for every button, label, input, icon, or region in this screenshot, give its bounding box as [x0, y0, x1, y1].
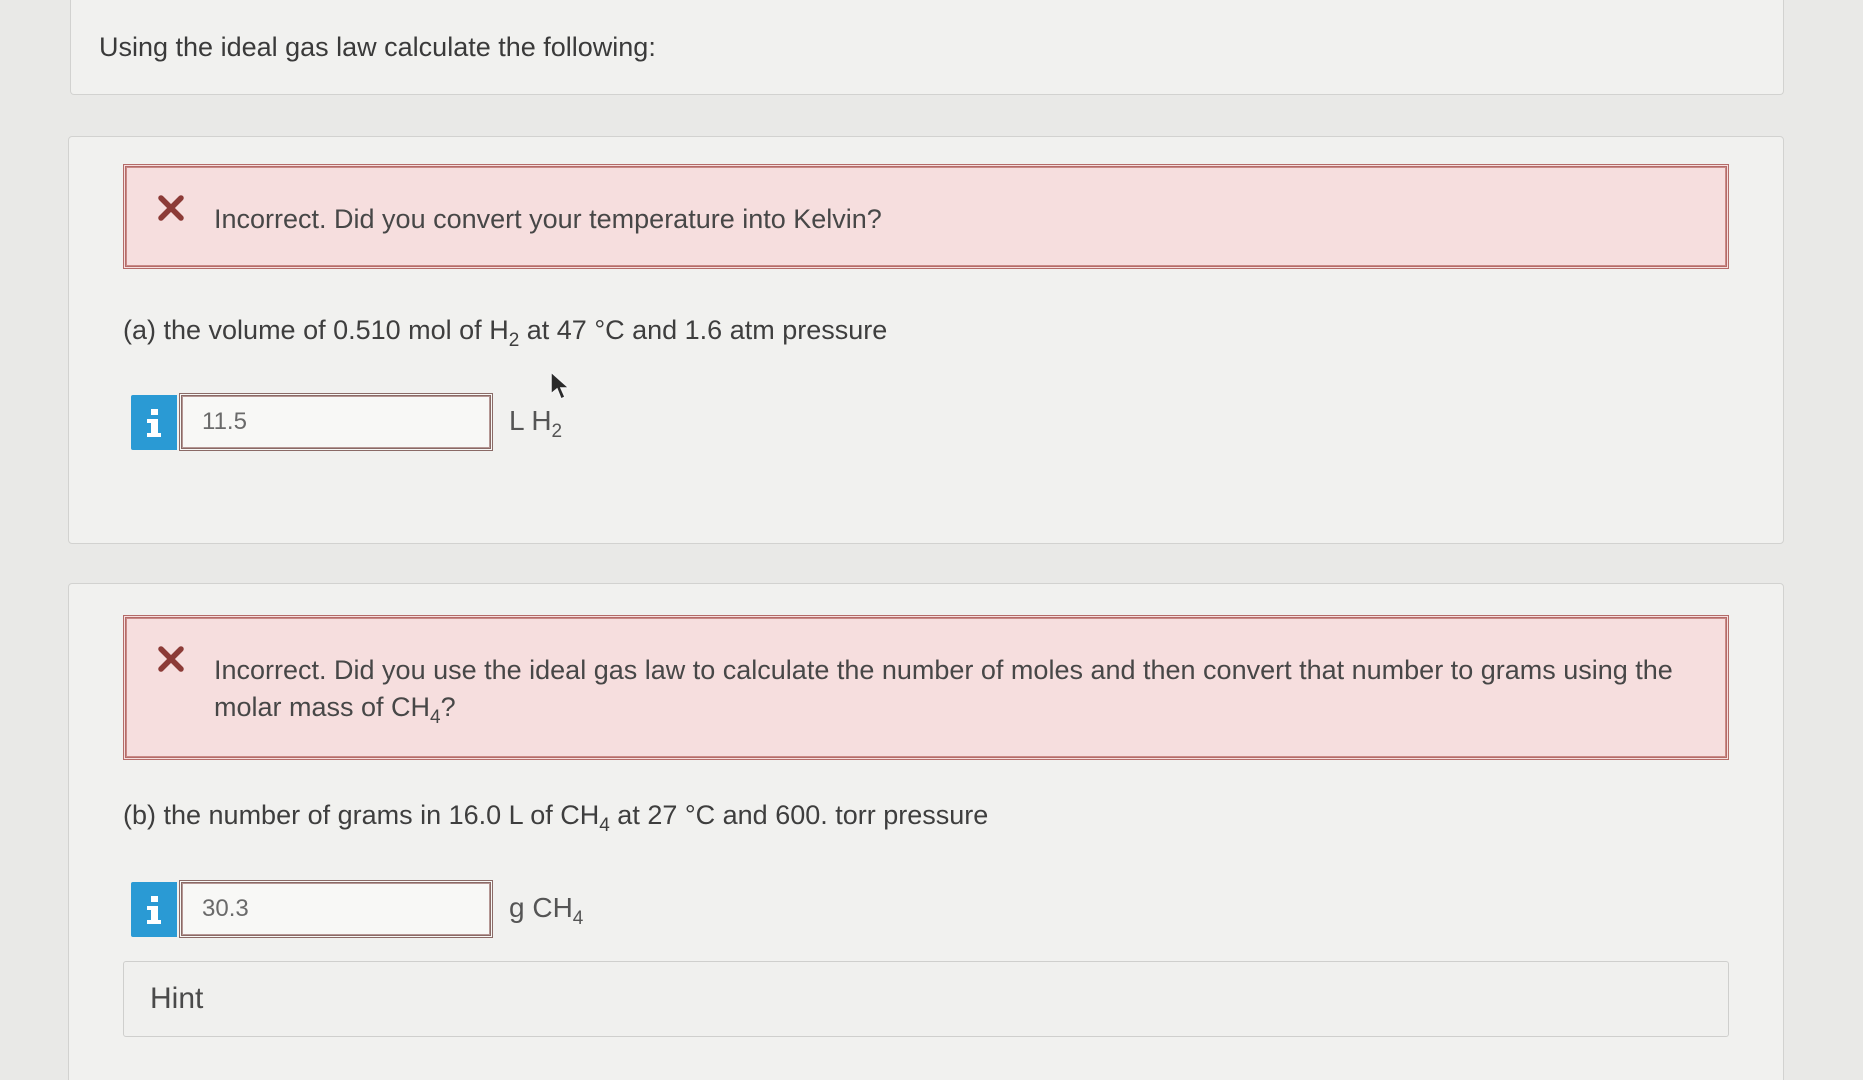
question-a: (a) the volume of 0.510 mol of H2 at 47 …: [123, 315, 887, 352]
question-text: (a) the volume of 0.510 mol of H: [123, 315, 509, 345]
info-glyph: [147, 896, 161, 924]
info-icon[interactable]: [131, 882, 177, 937]
unit-subscript: 2: [551, 421, 563, 442]
x-mark-icon: [158, 646, 184, 672]
info-glyph: [147, 409, 161, 437]
unit-text: g CH: [509, 892, 573, 923]
hint-label: Hint: [150, 982, 204, 1015]
unit-label-a: L H2: [509, 405, 562, 443]
feedback-text: Incorrect. Did you convert your temperat…: [214, 204, 882, 234]
subscript: 2: [508, 330, 520, 351]
answer-input-b[interactable]: [179, 880, 493, 938]
unit-text: L H: [509, 405, 552, 436]
question-b: (b) the number of grams in 16.0 L of CH4…: [123, 800, 988, 837]
part-b-card: Incorrect. Did you use the ideal gas law…: [68, 583, 1784, 1080]
page: Using the ideal gas law calculate the fo…: [0, 0, 1863, 1080]
mouse-pointer-icon: [550, 370, 571, 401]
subscript: 4: [599, 815, 610, 836]
hint-button[interactable]: Hint: [123, 961, 1729, 1037]
feedback-text-end: ?: [440, 692, 456, 722]
x-mark-icon: [158, 195, 184, 221]
intro-text: Using the ideal gas law calculate the fo…: [99, 32, 656, 62]
info-icon[interactable]: [131, 395, 177, 450]
answer-input-a[interactable]: [179, 393, 493, 451]
question-text-cont: at 27 °C and 600. torr pressure: [609, 800, 989, 830]
feedback-incorrect-a: Incorrect. Did you convert your temperat…: [123, 164, 1729, 269]
feedback-incorrect-b: Incorrect. Did you use the ideal gas law…: [123, 615, 1729, 760]
part-a-card: Incorrect. Did you convert your temperat…: [68, 136, 1784, 544]
question-text: (b) the number of grams in 16.0 L of CH: [123, 800, 600, 830]
question-text-cont: at 47 °C and 1.6 atm pressure: [519, 315, 888, 345]
subscript: 4: [430, 707, 441, 728]
feedback-text: Incorrect. Did you use the ideal gas law…: [214, 652, 1686, 736]
intro-card: Using the ideal gas law calculate the fo…: [70, 0, 1784, 95]
unit-subscript: 4: [572, 908, 584, 929]
unit-label-b: g CH4: [509, 892, 583, 930]
